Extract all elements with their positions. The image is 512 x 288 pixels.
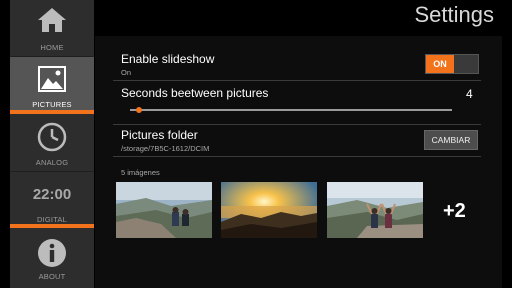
info-icon <box>38 239 66 267</box>
sidebar-item-label: HOME <box>40 43 64 52</box>
interval-value: 4 <box>466 87 473 101</box>
divider <box>113 124 481 125</box>
sidebar-item-label: DIGITAL <box>36 215 68 224</box>
sidebar-item-pictures[interactable]: PICTURES <box>10 57 94 113</box>
toggle-on-label: ON <box>426 55 454 73</box>
interval-slider[interactable] <box>130 109 452 111</box>
thumbnail-image[interactable] <box>327 182 423 238</box>
thumbnail-image[interactable] <box>221 182 317 238</box>
page-title: Settings <box>414 2 495 27</box>
sidebar-item-about[interactable]: ABOUT <box>10 229 94 285</box>
more-images-count[interactable]: +2 <box>443 200 466 223</box>
active-indicator <box>10 224 94 228</box>
slideshow-status: On <box>121 68 132 77</box>
active-indicator <box>10 110 94 114</box>
analog-clock-icon <box>37 122 67 152</box>
sidebar-item-label: ABOUT <box>38 272 66 281</box>
sidebar-item-label: PICTURES <box>32 100 72 109</box>
folder-path: /storage/7B5C-1612/DCIM <box>121 144 210 153</box>
divider <box>113 80 481 81</box>
home-icon <box>38 8 66 32</box>
sidebar: HOME PICTURES ANALOG DIGITAL 22:00 ABOUT <box>10 0 94 288</box>
slideshow-toggle[interactable]: ON <box>425 54 479 74</box>
thumbnail-image[interactable] <box>116 182 212 238</box>
sidebar-item-analog[interactable]: ANALOG <box>10 115 94 171</box>
slideshow-title: Enable slideshow <box>121 52 215 66</box>
image-count: 5 imágenes <box>121 168 160 177</box>
folder-title: Pictures folder <box>121 128 198 142</box>
pictures-icon <box>38 66 66 92</box>
sidebar-item-label: ANALOG <box>35 158 69 167</box>
sidebar-item-home[interactable]: HOME <box>10 0 94 56</box>
interval-title: Seconds beetween pictures <box>121 86 269 100</box>
divider <box>113 156 481 157</box>
digital-clock-icon: 22:00 <box>32 186 72 203</box>
change-folder-button[interactable]: CAMBIAR <box>424 130 478 150</box>
